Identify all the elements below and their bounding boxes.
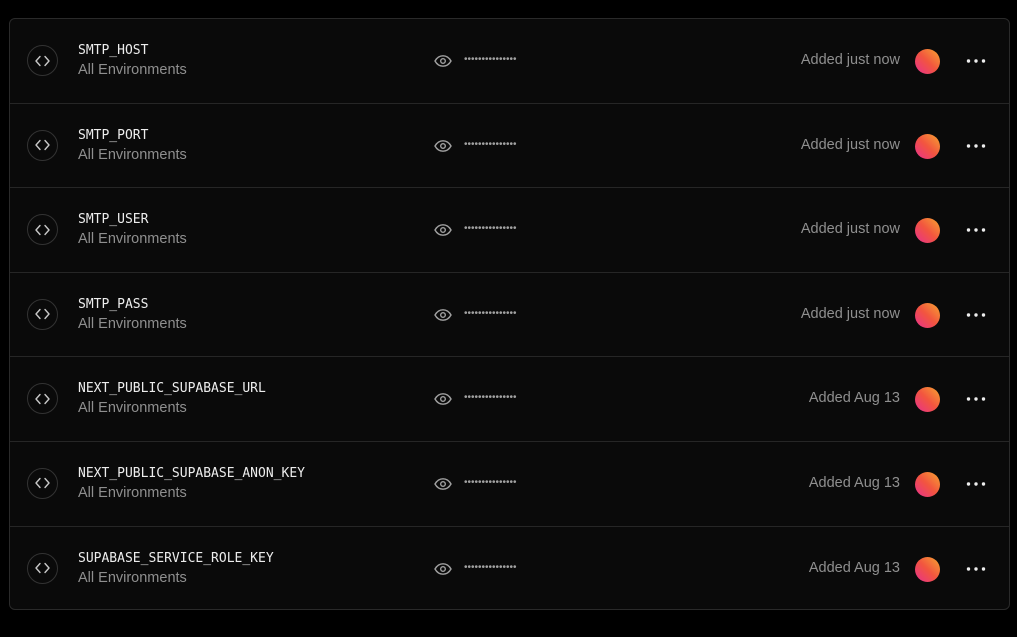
masked-value: ••••••••••••••• [464,392,517,404]
added-date: Added just now [800,221,900,238]
ellipsis-icon [966,228,986,232]
variable-environment: All Environments [78,231,187,248]
variable-environment: All Environments [78,146,187,163]
reveal-value-button[interactable] [433,137,453,155]
env-variables-list: SMTP_HOST All Environments •••••••••••••… [9,18,1010,610]
more-options-button[interactable] [963,219,989,241]
more-options-button[interactable] [963,558,989,580]
added-date: Added Aug 13 [808,474,900,491]
code-icon [27,383,58,415]
avatar[interactable] [915,49,940,74]
variable-environment: All Environments [78,400,187,417]
eye-icon [434,224,452,237]
env-variable-row: SMTP_PASS All Environments •••••••••••••… [10,273,1009,358]
ellipsis-icon [966,482,986,486]
avatar[interactable] [915,471,940,497]
avatar[interactable] [915,133,940,159]
variable-environment: All Environments [78,315,187,332]
reveal-value-button[interactable] [433,390,453,408]
masked-value: ••••••••••••••• [464,561,517,573]
ellipsis-icon [966,143,986,148]
code-icon [27,129,58,161]
more-options-button[interactable] [963,473,989,495]
variable-environment: All Environments [78,484,187,501]
env-variable-row: SMTP_HOST All Environments •••••••••••••… [10,19,1009,104]
eye-icon [434,55,452,67]
ellipsis-icon [966,566,986,571]
reveal-value-button[interactable] [433,560,453,578]
env-variable-row: SMTP_PORT All Environments •••••••••••••… [10,104,1009,189]
more-options-button[interactable] [963,50,989,72]
added-date: Added just now [800,52,900,68]
reveal-value-button[interactable] [433,306,453,324]
more-options-button[interactable] [963,135,989,157]
reveal-value-button[interactable] [433,221,453,239]
eye-icon [434,308,452,321]
code-icon [27,467,58,499]
variable-environment: All Environments [78,62,187,78]
env-variable-row: SUPABASE_SERVICE_ROLE_KEY All Environmen… [10,527,1009,609]
eye-icon [434,562,452,575]
masked-value: ••••••••••••••• [464,307,517,319]
added-date: Added Aug 13 [808,390,900,407]
reveal-value-button[interactable] [433,475,453,493]
variable-name: SMTP_PASS [78,296,149,312]
masked-value: ••••••••••••••• [464,223,517,235]
added-date: Added just now [800,305,900,322]
more-options-button[interactable] [963,388,989,410]
masked-value: ••••••••••••••• [464,54,517,65]
variable-name: SMTP_HOST [78,43,149,58]
variable-environment: All Environments [78,569,187,586]
variable-name: NEXT_PUBLIC_SUPABASE_URL [78,381,266,397]
ellipsis-icon [966,397,986,402]
variable-name: SUPABASE_SERVICE_ROLE_KEY [78,550,274,566]
code-icon [27,214,58,246]
masked-value: ••••••••••••••• [464,138,517,150]
eye-icon [434,139,452,152]
added-date: Added just now [800,136,900,153]
more-options-button[interactable] [963,304,989,326]
code-icon [27,552,58,584]
added-date: Added Aug 13 [808,559,900,576]
avatar[interactable] [915,556,940,582]
eye-icon [434,478,452,490]
ellipsis-icon [966,313,986,317]
ellipsis-icon [966,59,986,63]
variable-name: SMTP_PORT [78,127,149,143]
variable-name: NEXT_PUBLIC_SUPABASE_ANON_KEY [78,465,305,481]
avatar[interactable] [915,218,940,244]
avatar[interactable] [915,302,940,328]
eye-icon [434,393,452,406]
masked-value: ••••••••••••••• [464,476,517,488]
reveal-value-button[interactable] [433,52,453,70]
variable-name: SMTP_USER [78,212,149,228]
code-icon [27,298,58,330]
code-icon [27,45,58,76]
avatar[interactable] [915,387,940,413]
env-variable-row: SMTP_USER All Environments •••••••••••••… [10,188,1009,273]
env-variable-row: NEXT_PUBLIC_SUPABASE_URL All Environment… [10,357,1009,442]
env-variable-row: NEXT_PUBLIC_SUPABASE_ANON_KEY All Enviro… [10,442,1009,527]
